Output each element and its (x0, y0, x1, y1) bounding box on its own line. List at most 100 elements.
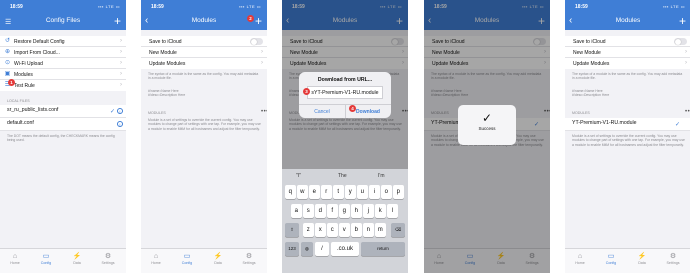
tab-label: Data (214, 261, 222, 265)
key[interactable]: g (339, 204, 350, 218)
modules-row[interactable]: ▣ Modules › (0, 69, 126, 80)
tab-home[interactable]: ⌂ Home (5, 253, 25, 265)
test-rule-row[interactable]: ☰ Test Rule › (0, 80, 126, 91)
tab-data[interactable]: ⚡ Data (208, 253, 228, 265)
modules-list: YT-Premium-V1-RU.module ✓ (565, 118, 690, 131)
add-icon[interactable]: + (114, 14, 121, 28)
tab-bar: ⌂ Home ▭ Config ⚡ Data ⚙ Settings (565, 248, 690, 273)
file-row[interactable]: default.conf i (0, 118, 126, 131)
modules-actions: Save to iCloud New Module › Update Modul… (565, 36, 690, 69)
key[interactable]: w (297, 185, 308, 199)
update-modules-row[interactable]: Update Modules › (565, 58, 690, 69)
tab-config[interactable]: ▭ Config (177, 253, 197, 265)
key[interactable]: i (369, 185, 380, 199)
screen-config-files: 18:59 ▪▪▪ LTE ▭ ☰ Config Files + ↺ Resto… (0, 0, 126, 273)
syntax-note: The syntax of a module is the same as th… (572, 72, 683, 81)
key[interactable]: a (291, 204, 302, 218)
key[interactable]: c (327, 223, 338, 237)
tab-home[interactable]: ⌂ Home (570, 253, 590, 265)
key[interactable]: z (303, 223, 314, 237)
globe-icon[interactable]: ◍ (301, 242, 313, 256)
tab-settings[interactable]: ⚙ Settings (98, 253, 118, 265)
key-row-1: q w e r t y u i o p (285, 185, 405, 199)
info-icon[interactable]: i (117, 108, 123, 114)
key[interactable]: / (315, 242, 329, 256)
key[interactable]: o (381, 185, 392, 199)
key[interactable]: p (393, 185, 404, 199)
key[interactable]: v (339, 223, 350, 237)
icloud-toggle[interactable] (250, 38, 263, 45)
section-header: MODULES ••• (148, 109, 267, 115)
icloud-toggle[interactable] (674, 38, 687, 45)
cancel-button[interactable]: Cancel (299, 109, 345, 115)
return-key[interactable]: return (361, 242, 405, 256)
key[interactable]: h (351, 204, 362, 218)
row-label: Save to iCloud (149, 39, 182, 45)
wifi-upload-row[interactable]: ⊙ Wi-Fi Upload › (0, 58, 126, 69)
tab-config[interactable]: ▭ Config (36, 253, 56, 265)
update-modules-row[interactable]: Update Modules › (141, 58, 267, 69)
suggestion[interactable]: "I" (296, 173, 301, 179)
key[interactable]: b (351, 223, 362, 237)
url-input[interactable]: sYT-Premium-V1-RU.module (307, 86, 383, 99)
modules-icon: ▣ (4, 71, 11, 77)
checkmark-icon: ✓ (109, 109, 115, 115)
key-row-4: 123 ◍ / .co.uk return (285, 242, 405, 256)
step-badge: 4 (349, 105, 356, 112)
nav-bar: ☰ Config Files + (0, 14, 126, 30)
alert-title: Download from URL... (317, 77, 373, 83)
add-icon[interactable]: + (679, 14, 686, 28)
key[interactable]: j (363, 204, 374, 218)
suggestion[interactable]: I'm (378, 173, 385, 179)
more-icon[interactable]: ••• (685, 109, 690, 115)
add-icon[interactable]: + (255, 14, 262, 28)
tab-config[interactable]: ▭ Config (601, 253, 621, 265)
key[interactable]: f (327, 204, 338, 218)
key[interactable]: e (309, 185, 320, 199)
import-from-cloud-row[interactable]: ⊕ Import From Cloud... › (0, 47, 126, 58)
tab-settings[interactable]: ⚙ Settings (239, 253, 259, 265)
numbers-key[interactable]: 123 (285, 242, 299, 256)
row-label: Test Rule (14, 83, 35, 89)
folder-icon: ▭ (183, 253, 191, 260)
file-row[interactable]: sr_ru_public_lists.conf ✓ i (0, 105, 126, 118)
tab-label: Home (10, 261, 20, 265)
status-bar: 18:59 ▪▪▪ LTE ▭ (0, 0, 126, 14)
key[interactable]: u (357, 185, 368, 199)
tab-settings[interactable]: ⚙ Settings (663, 253, 683, 265)
shift-key[interactable]: ⇧ (285, 223, 299, 237)
module-row[interactable]: YT-Premium-V1-RU.module ✓ (565, 118, 690, 131)
tab-data[interactable]: ⚡ Data (67, 253, 87, 265)
tab-data[interactable]: ⚡ Data (632, 253, 652, 265)
key[interactable]: r (321, 185, 332, 199)
key[interactable]: k (375, 204, 386, 218)
key[interactable]: .co.uk (331, 242, 359, 256)
section-header: MODULES ••• (572, 109, 690, 115)
delete-key[interactable]: ⌫ (391, 223, 405, 237)
key[interactable]: s (303, 204, 314, 218)
suggestion[interactable]: The (338, 173, 347, 179)
key[interactable]: m (375, 223, 386, 237)
key[interactable]: l (387, 204, 398, 218)
key[interactable]: x (315, 223, 326, 237)
key[interactable]: y (345, 185, 356, 199)
restore-default-config-row[interactable]: ↺ Restore Default Config › (0, 36, 126, 47)
tab-home[interactable]: ⌂ Home (146, 253, 166, 265)
keyboard: "I" The I'm q w e r t y u i o p a s d f … (282, 169, 408, 273)
nav-bar: ‹ Modules + (565, 14, 690, 30)
key[interactable]: q (285, 185, 296, 199)
chevron-right-icon: › (261, 60, 263, 66)
key[interactable]: t (333, 185, 344, 199)
step-badge: 1 (8, 79, 15, 86)
new-module-row[interactable]: New Module › (565, 47, 690, 58)
chevron-right-icon: › (261, 49, 263, 55)
row-label: New Module (149, 50, 177, 56)
more-icon[interactable]: ••• (261, 109, 267, 115)
info-icon[interactable]: i (117, 121, 123, 127)
data-icon: ⚡ (213, 253, 223, 260)
status-time: 18:59 (151, 4, 164, 10)
tab-bar: ⌂ Home ▭ Config ⚡ Data ⚙ Settings (0, 248, 126, 273)
new-module-row[interactable]: New Module › (141, 47, 267, 58)
key[interactable]: d (315, 204, 326, 218)
key[interactable]: n (363, 223, 374, 237)
